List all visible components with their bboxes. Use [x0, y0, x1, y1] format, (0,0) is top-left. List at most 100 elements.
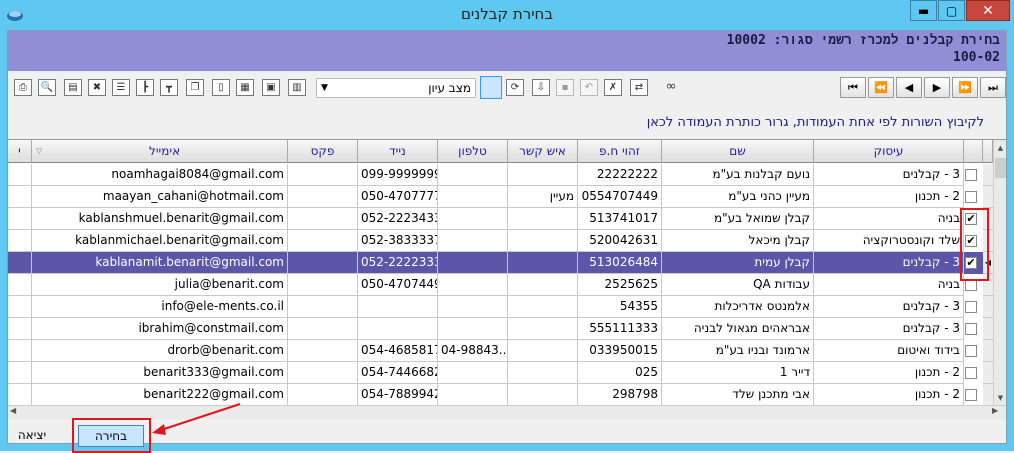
excel-icon[interactable]: ✖ — [88, 79, 106, 96]
cell-fax[interactable] — [288, 252, 358, 274]
cell-fax[interactable] — [288, 274, 358, 296]
cell-mobile[interactable]: 052-3833337 — [358, 230, 438, 252]
cell-phone[interactable] — [438, 186, 508, 208]
cell-mobile[interactable]: 050-4707449 — [358, 274, 438, 296]
col-header-email[interactable]: ▽ אימייל — [32, 140, 288, 163]
cell-fax[interactable] — [288, 208, 358, 230]
row-indicator[interactable] — [983, 362, 993, 384]
cell-id[interactable]: 2525625 — [578, 274, 662, 296]
cell-phone[interactable] — [438, 296, 508, 318]
cell-fax[interactable] — [288, 384, 358, 406]
cell-name[interactable]: ארמונד ובניו בע"מ — [662, 340, 814, 362]
last-record-button[interactable]: ⏭ — [980, 77, 1006, 98]
cell-contact[interactable] — [508, 318, 578, 340]
row-indicator[interactable] — [983, 340, 993, 362]
cell-name[interactable]: עבודות QA — [662, 274, 814, 296]
cell-sector[interactable]: 3 - קבלנים — [814, 296, 964, 318]
delete-icon[interactable]: ✗ — [604, 79, 622, 96]
cell-name[interactable]: מעיין כהני בע"מ — [662, 186, 814, 208]
cell-contact[interactable] — [508, 384, 578, 406]
cell-email[interactable]: noamhagai8084@gmail.com — [32, 164, 288, 186]
cell-extra[interactable] — [8, 164, 32, 186]
cell-fax[interactable] — [288, 318, 358, 340]
cell-phone[interactable] — [438, 230, 508, 252]
table-row[interactable]: benarit333@gmail.com 054-7446682 025 דייר 1… — [8, 362, 993, 384]
cell-name[interactable]: קבלן שמואל בע"מ — [662, 208, 814, 230]
scroll-thumb[interactable] — [995, 158, 1006, 178]
sync-icon[interactable]: ⇄ — [630, 79, 648, 96]
table-row[interactable]: kablanmichael.benarit@gmail.com 052-38333… — [8, 230, 993, 252]
row-indicator[interactable] — [983, 318, 993, 340]
col-header-phone[interactable]: טלפון — [438, 140, 508, 163]
cell-phone[interactable] — [438, 252, 508, 274]
cell-sector[interactable]: 3 - קבלנים — [814, 164, 964, 186]
cell-contact[interactable] — [508, 252, 578, 274]
col-header-fax[interactable]: פקס — [288, 140, 358, 163]
cell-mobile[interactable]: 052-2223433 — [358, 208, 438, 230]
col-header-contact[interactable]: איש קשר — [508, 140, 578, 163]
page-icon[interactable]: ▯ — [212, 79, 230, 96]
cell-phone[interactable] — [438, 384, 508, 406]
cell-extra[interactable] — [8, 384, 32, 406]
cell-sector[interactable]: 2 - תכנון — [814, 362, 964, 384]
cell-mobile[interactable]: 054-7889942 — [358, 384, 438, 406]
maximize-button[interactable]: ▢ — [938, 0, 965, 21]
col-header-check[interactable] — [964, 140, 983, 163]
cell-mobile[interactable]: 054-4685817 — [358, 340, 438, 362]
cell-phone[interactable] — [438, 208, 508, 230]
cell-id[interactable]: 555111333 — [578, 318, 662, 340]
scroll-down-icon[interactable]: ▼ — [994, 390, 1007, 406]
cell-sector[interactable]: 3 - קבלנים — [814, 252, 964, 274]
cell-email[interactable]: kablanmichael.benarit@gmail.com — [32, 230, 288, 252]
cell-mobile[interactable] — [358, 296, 438, 318]
cell-extra[interactable] — [8, 318, 32, 340]
table-row[interactable]: benarit222@gmail.com 054-7889942 298798 אבי… — [8, 384, 993, 406]
cell-id[interactable]: 520042631 — [578, 230, 662, 252]
table-row[interactable]: noamhagai8084@gmail.com 099-9999999 222222… — [8, 164, 993, 186]
row-indicator[interactable] — [983, 296, 993, 318]
printer-icon[interactable]: ⎙ — [14, 79, 32, 96]
cell-fax[interactable] — [288, 296, 358, 318]
cell-id[interactable]: 54355 — [578, 296, 662, 318]
cell-contact[interactable] — [508, 274, 578, 296]
cell-contact[interactable] — [508, 230, 578, 252]
col-header-extra[interactable]: י — [8, 140, 32, 163]
cell-contact[interactable] — [508, 296, 578, 318]
cell-id[interactable]: 513741017 — [578, 208, 662, 230]
print-preview-icon[interactable]: 🔍 — [38, 79, 56, 96]
row-indicator[interactable] — [983, 164, 993, 186]
cell-phone[interactable] — [438, 318, 508, 340]
row-checkbox[interactable] — [965, 367, 977, 379]
group-by-hint[interactable]: לקיבוץ השורות לפי אחת העמודות, גרור כותר… — [8, 115, 984, 130]
title-bar[interactable]: בחירת קבלנים ▬ ▢ ✕ — [0, 0, 1014, 30]
col-header-id[interactable]: זהוי ח.פ — [578, 140, 662, 163]
cell-name[interactable]: אבי מתכנן שלד — [662, 384, 814, 406]
cell-name[interactable]: אבראהים מגאול לבניה — [662, 318, 814, 340]
scroll-left-icon[interactable]: ◀ — [10, 406, 16, 415]
cell-id[interactable]: 22222222 — [578, 164, 662, 186]
cell-email[interactable]: benarit333@gmail.com — [32, 362, 288, 384]
row-indicator[interactable] — [983, 384, 993, 406]
cell-mobile[interactable]: 054-7446682 — [358, 362, 438, 384]
cell-contact[interactable]: מעיין — [508, 186, 578, 208]
cell-phone[interactable]: 04-98843... — [438, 340, 508, 362]
row-checkbox[interactable] — [965, 191, 977, 203]
cell-extra[interactable] — [8, 208, 32, 230]
cell-name[interactable]: אלמנטס אדריכלות — [662, 296, 814, 318]
cell-extra[interactable] — [8, 362, 32, 384]
cell-name[interactable]: נועם קבלנות בע"מ — [662, 164, 814, 186]
cell-id[interactable]: 0554707449 — [578, 186, 662, 208]
table-row[interactable]: julia@benarit.com 050-4707449 2525625 עבודו… — [8, 274, 993, 296]
tree2-icon[interactable]: ┳ — [160, 79, 178, 96]
cell-email[interactable]: julia@benarit.com — [32, 274, 288, 296]
filter-icon[interactable]: ▣ — [262, 79, 280, 96]
row-checkbox[interactable] — [965, 169, 977, 181]
horizontal-scrollbar[interactable]: ◀ ▶ — [8, 405, 1006, 419]
form-view-button[interactable] — [480, 76, 502, 99]
cell-mobile[interactable]: 099-9999999 — [358, 164, 438, 186]
save-doc-icon[interactable]: ⇩ — [532, 79, 550, 96]
cell-mobile[interactable]: 050-4707777 — [358, 186, 438, 208]
cell-email[interactable]: kablanshmuel.benarit@gmail.com — [32, 208, 288, 230]
cell-sector[interactable]: בניה — [814, 274, 964, 296]
table-row[interactable]: maayan_cahani@hotmail.com 050-4707777 מעיי… — [8, 186, 993, 208]
